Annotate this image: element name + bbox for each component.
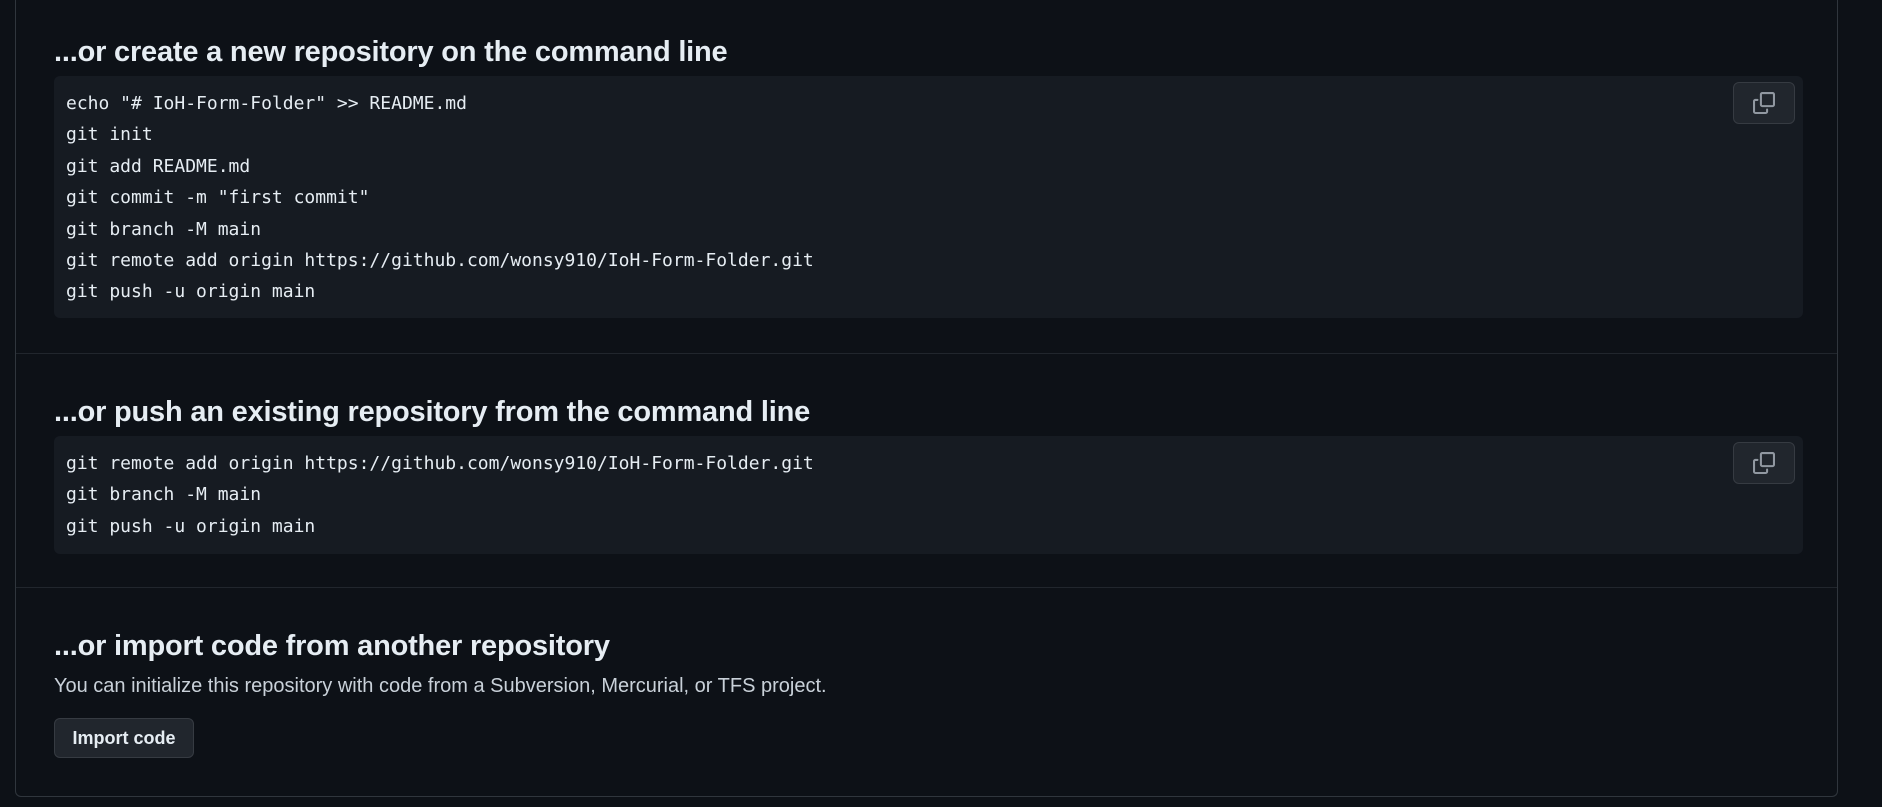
push-repo-code-block[interactable]: git remote add origin https://github.com…: [54, 436, 1803, 554]
copy-push-commands-button[interactable]: [1733, 442, 1795, 484]
create-repo-section: ...or create a new repository on the com…: [16, 0, 1837, 354]
copy-icon: [1753, 92, 1775, 114]
copy-create-commands-button[interactable]: [1733, 82, 1795, 124]
import-code-button[interactable]: Import code: [54, 718, 194, 758]
import-repo-section: ...or import code from another repositor…: [16, 588, 1837, 797]
code-line: git commit -m "first commit": [66, 187, 370, 209]
copy-icon: [1753, 452, 1775, 474]
code-line: git init: [66, 124, 153, 146]
code-line: git push -u origin main: [66, 515, 316, 537]
import-description: You can initialize this repository with …: [54, 675, 827, 697]
push-repo-section: ...or push an existing repository from t…: [16, 354, 1837, 588]
push-repo-title: ...or push an existing repository from t…: [54, 396, 811, 428]
code-line: echo "# IoH-Form-Folder" >> README.md: [66, 93, 467, 114]
code-line: git remote add origin https://github.com…: [66, 453, 814, 474]
create-repo-code-block[interactable]: echo "# IoH-Form-Folder" >> README.md gi…: [54, 76, 1803, 318]
quick-setup-panel: ...or create a new repository on the com…: [15, 0, 1838, 797]
code-line: git push -u origin main: [66, 281, 316, 303]
code-line: git branch -M main: [66, 218, 262, 240]
code-line: git add README.md: [66, 155, 251, 177]
import-repo-title: ...or import code from another repositor…: [54, 630, 610, 662]
code-line: git remote add origin https://github.com…: [66, 249, 814, 271]
code-line: git branch -M main: [66, 484, 262, 506]
create-repo-title: ...or create a new repository on the com…: [54, 36, 728, 68]
